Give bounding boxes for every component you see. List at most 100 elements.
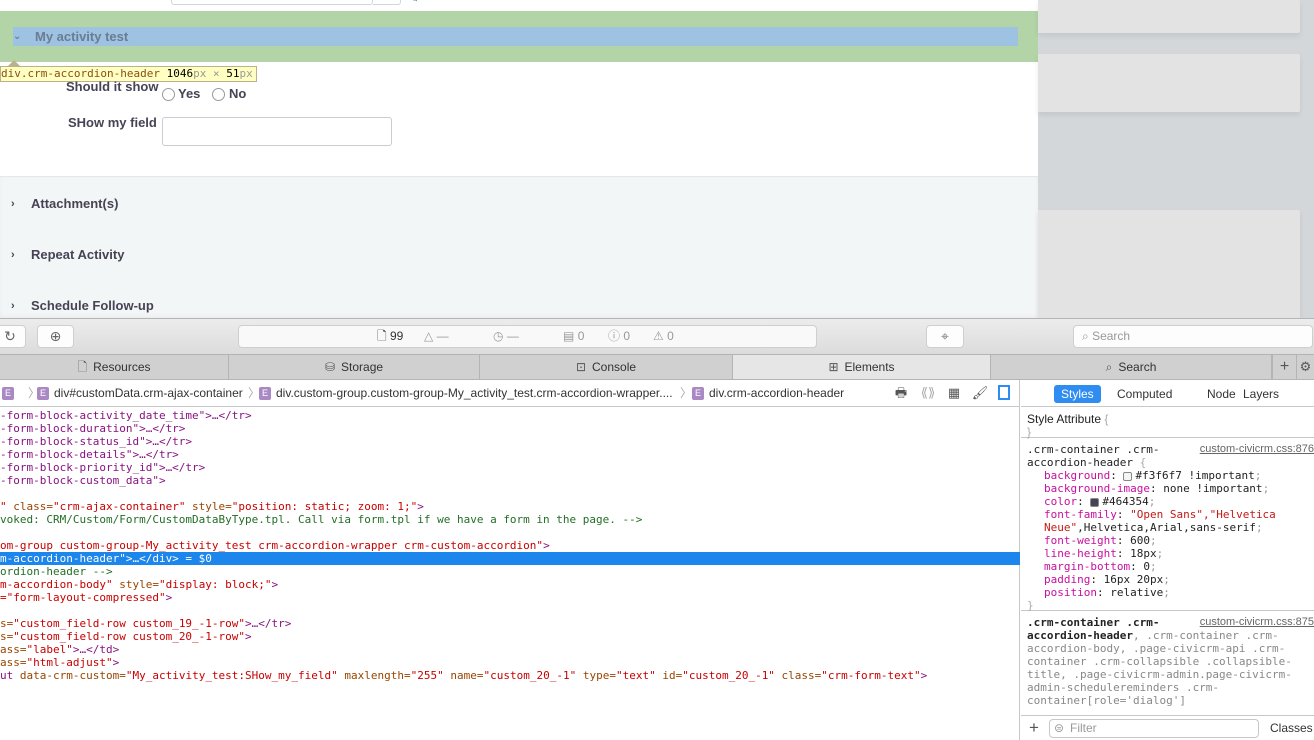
errors-count[interactable]: ⓘ 0 [608, 326, 630, 347]
dom-node[interactable]: voked: CRM/Custom/Form/CustomDataByType.… [0, 513, 1020, 526]
breadcrumb-item[interactable]: Ediv.custom-group.custom-group-My_activi… [259, 380, 673, 406]
add-tab-icon[interactable]: + [1272, 355, 1296, 379]
style-attribute-text: Style Attribute [1027, 412, 1102, 426]
accordion-header-my-activity-test[interactable]: ⌄ My activity test [13, 27, 1018, 46]
warnings-count[interactable]: ⚠ 0 [653, 326, 674, 347]
dom-node[interactable] [0, 604, 1020, 617]
tab-storage[interactable]: ⛁ Storage [229, 355, 480, 379]
dom-node[interactable]: " class="crm-ajax-container" style="posi… [0, 500, 1020, 513]
radio-yes[interactable] [162, 88, 175, 101]
chevron-right-icon: › [11, 249, 15, 261]
grid-icon[interactable]: ▦ [945, 384, 963, 402]
tab-resources[interactable]: 🗋 Resources [0, 355, 229, 379]
gear-icon[interactable]: ⚙ [1296, 355, 1314, 379]
tab-elements[interactable]: ⊞ Elements [733, 355, 991, 379]
css-semicolon: ; [1255, 521, 1263, 534]
network-size[interactable]: △ — [424, 326, 449, 347]
dom-node[interactable]: ut data-crm-custom="My_activity_test:SHo… [0, 669, 1020, 682]
chevron-right-icon: › [11, 300, 15, 312]
tab-layers[interactable]: Layers [1236, 385, 1286, 403]
section-attachments[interactable]: › Attachment(s) [0, 194, 1038, 214]
toggle-sidebar-icon[interactable] [998, 385, 1010, 400]
radio-yes-label[interactable]: Yes [178, 86, 200, 101]
css-source-link[interactable]: custom-civicrm.css:875 [1200, 616, 1314, 629]
css-selector-part: accordion-body, .page-civicrm-api .crm- [1027, 642, 1286, 655]
dom-node[interactable]: ass="html-adjust"> [0, 656, 1020, 669]
css-rule[interactable]: .crm-container .crm-accordion-header {cu… [1021, 439, 1314, 612]
radio-no-label[interactable]: No [229, 86, 246, 101]
css-declaration: padding: 16px 20px; [1044, 573, 1170, 586]
partial-input-button[interactable] [373, 0, 401, 5]
download-icon[interactable]: ⊕ [37, 325, 74, 348]
toolbar-search-input[interactable]: ⌕ Search [1073, 325, 1313, 348]
css-colon: : [1116, 534, 1131, 547]
css-value: #f3f6f7 !important [1135, 469, 1255, 482]
add-rule-icon[interactable]: + [1029, 718, 1039, 738]
show-my-field-input[interactable] [162, 117, 392, 146]
dom-node[interactable]: -form-block-details">…</tr> [0, 448, 1020, 461]
section-repeat-activity[interactable]: › Repeat Activity [0, 245, 1038, 265]
dom-node[interactable]: -form-block-duration">…</tr> [0, 422, 1020, 435]
dom-node[interactable]: -form-block-custom_data"> [0, 474, 1020, 487]
tab-console[interactable]: ⊡ Console [480, 355, 733, 379]
dom-node[interactable] [0, 526, 1020, 539]
color-swatch-icon[interactable] [1123, 471, 1133, 481]
element-picker-icon[interactable]: ⌖ [926, 325, 964, 348]
sidebar-tab-bar: Styles Computed Node Layers [1021, 380, 1314, 407]
dom-node[interactable]: ass="label">…</td> [0, 643, 1020, 656]
dom-node[interactable]: -form-block-activity_date_time">…</tr> [0, 409, 1020, 422]
css-colon: : [1116, 508, 1131, 521]
tab-search[interactable]: ⌕ Search [991, 355, 1272, 379]
dom-node[interactable]: s="custom_field-row custom_19_-1-row">…<… [0, 617, 1020, 630]
dom-token: m-accordion-body" [0, 578, 113, 591]
css-value: ,Helvetica,Arial,sans-serif [1077, 521, 1256, 534]
elements-icon: ⊞ [828, 360, 839, 374]
tab-styles[interactable]: Styles [1054, 385, 1101, 403]
reload-icon[interactable]: ↻ [0, 325, 26, 348]
dom-node[interactable]: ="form-layout-compressed"> [0, 591, 1020, 604]
source-brackets-icon[interactable]: ⟪⟫ [919, 384, 937, 402]
css-source-link[interactable]: custom-civicrm.css:876 [1200, 443, 1314, 456]
tab-computed[interactable]: Computed [1110, 385, 1179, 403]
paintbrush-icon[interactable]: 🖌 [971, 384, 989, 402]
section-schedule-follow-up[interactable]: › Schedule Follow-up [0, 296, 1038, 316]
network-size-value: — [436, 329, 449, 343]
dom-node[interactable]: -form-block-priority_id">…</tr> [0, 461, 1020, 474]
classes-button[interactable]: Classes [1270, 721, 1313, 735]
dom-node[interactable]: ordion-header --> [0, 565, 1020, 578]
css-colon: : [1149, 482, 1164, 495]
dom-node[interactable]: -form-block-status_id">…</tr> [0, 435, 1020, 448]
css-declaration: margin-bottom: 0; [1044, 560, 1157, 573]
partial-input-field[interactable] [171, 0, 373, 5]
color-swatch-icon[interactable] [1090, 497, 1100, 507]
styles-sidebar: Styles Computed Node Layers Style Attrib… [1021, 380, 1314, 740]
dom-node[interactable]: m-accordion-body" style="display: block;… [0, 578, 1020, 591]
filter-placeholder: Filter [1070, 721, 1097, 735]
styles-filter-input[interactable]: ⊜ Filter [1049, 719, 1259, 738]
tooltip-unit: px [239, 67, 253, 80]
dom-token: "display: block;" [158, 578, 272, 591]
breadcrumb-item[interactable]: E [2, 380, 19, 406]
dom-node-selected[interactable]: m-accordion-header">…</div> = $0 [0, 552, 1020, 565]
style-attribute-rule[interactable]: Style Attribute { } [1021, 408, 1314, 439]
css-rule[interactable]: .crm-container .crm-custom-civicrm.css:8… [1021, 612, 1314, 715]
css-semicolon: ; [1163, 573, 1170, 586]
logs-count[interactable]: ▤ 0 [563, 326, 584, 347]
resources-count[interactable]: 🗋 99 [377, 326, 403, 347]
dom-token: > [417, 500, 424, 513]
breadcrumb-item[interactable]: Ediv#customData.crm-ajax-container [37, 380, 243, 406]
main-content: ✎ ⌄ My activity test div.crm-accordion-h… [0, 0, 1038, 318]
css-declaration-cont: Neue",Helvetica,Arial,sans-serif; [1044, 521, 1263, 534]
css-property: background [1044, 469, 1111, 482]
dom-node[interactable] [0, 487, 1020, 500]
print-icon[interactable]: 🖶 [892, 384, 910, 402]
tooltip-unit: px [193, 67, 207, 80]
css-value: relative [1110, 586, 1164, 599]
load-time[interactable]: ◷ — [493, 326, 519, 347]
dom-token: "label" [26, 643, 73, 656]
radio-no[interactable] [212, 88, 225, 101]
pencil-icon[interactable]: ✎ [409, 0, 421, 5]
dom-node[interactable]: s="custom_field-row custom_20_-1-row"> [0, 630, 1020, 643]
dom-node[interactable]: om-group custom-group-My_activity_test c… [0, 539, 1020, 552]
breadcrumb-item[interactable]: Ediv.crm-accordion-header [692, 380, 844, 406]
